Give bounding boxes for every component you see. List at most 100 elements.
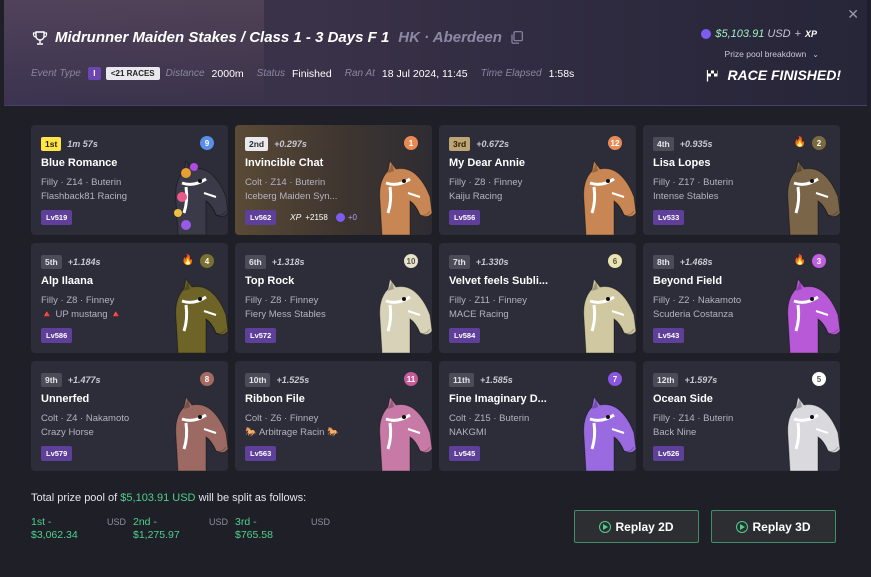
horse-name[interactable]: Fine Imaginary D... bbox=[449, 393, 564, 405]
stable-name[interactable]: Intense Stables bbox=[653, 191, 771, 202]
stable-name[interactable]: Fiery Mess Stables bbox=[245, 309, 363, 320]
gate-number: 7 bbox=[608, 372, 622, 386]
gate-number: 5 bbox=[812, 372, 826, 386]
time-gap: +0.297s bbox=[274, 139, 307, 149]
horse-details: Filly · Z8 · Finney bbox=[449, 177, 523, 188]
stable-name[interactable]: 🐎 Arbitrage Racin 🐎 bbox=[245, 427, 363, 438]
distance-value: 2000m bbox=[211, 67, 244, 80]
horse-name[interactable]: Beyond Field bbox=[653, 275, 768, 287]
time-gap: +1.468s bbox=[679, 257, 713, 267]
chevron-down-icon: ⌄ bbox=[812, 49, 819, 59]
horse-name[interactable]: Alp Ilaana bbox=[41, 275, 156, 287]
split-unit: USD bbox=[106, 517, 126, 527]
placement-row: 8th +1.468s bbox=[653, 255, 713, 269]
result-card[interactable]: 1st 1m 57s 9 Blue Romance Filly · Z14 · Bute… bbox=[31, 125, 228, 235]
prize-breakdown-toggle[interactable]: Prize pool breakdown ⌄ bbox=[725, 49, 819, 59]
placement-row: 6th +1.318s bbox=[245, 255, 305, 269]
level-badge: Lv526 bbox=[653, 446, 685, 461]
race-title: Midrunner Maiden Stakes / Class 1 - 3 Da… bbox=[55, 29, 390, 46]
stable-name[interactable]: Back Nine bbox=[653, 427, 771, 438]
result-card[interactable]: 6th +1.318s 10 Top Rock Filly · Z8 · Finney F… bbox=[235, 243, 432, 353]
placement-badge: 9th bbox=[41, 373, 62, 387]
prize-split-2nd: 2nd - $1,275.97 USD bbox=[133, 516, 228, 542]
horse-name[interactable]: Velvet feels Subli... bbox=[449, 275, 564, 287]
result-card[interactable]: 7th +1.330s 6 Velvet feels Subli... Filly · … bbox=[439, 243, 636, 353]
close-icon[interactable]: ✕ bbox=[847, 7, 859, 21]
stable-name[interactable]: Flashback81 Racing bbox=[41, 191, 159, 202]
stable-name[interactable]: 🔺 UP mustang 🔺 bbox=[41, 309, 159, 320]
result-card[interactable]: 12th +1.597s 5 Ocean Side Filly · Z14 · Bute… bbox=[643, 361, 840, 471]
horse-name[interactable]: Unnerfed bbox=[41, 393, 156, 405]
coin-icon bbox=[335, 212, 345, 222]
stable-name[interactable]: NAKGMI bbox=[449, 427, 567, 438]
placement-row: 1st 1m 57s bbox=[41, 137, 98, 151]
ran-at-label: Ran At bbox=[344, 68, 375, 79]
placement-badge: 3rd bbox=[449, 137, 471, 151]
result-card[interactable]: 5th +1.184s 🔥 4 Alp Ilaana Filly · Z8 · Finne… bbox=[31, 243, 228, 353]
stable-name[interactable]: Iceberg Maiden Syn... bbox=[245, 191, 363, 202]
stable-name[interactable]: Crazy Horse bbox=[41, 427, 159, 438]
horse-name[interactable]: Lisa Lopes bbox=[653, 157, 768, 169]
horse-portrait bbox=[379, 277, 432, 353]
horse-name[interactable]: My Dear Annie bbox=[449, 157, 564, 169]
level-badge: Lv572 bbox=[245, 328, 277, 343]
stable-name[interactable]: Scuderia Costanza bbox=[653, 309, 771, 320]
time-gap: +0.935s bbox=[679, 139, 713, 149]
race-location: HK · Aberdeen bbox=[398, 29, 502, 46]
gate-number: 1 bbox=[404, 136, 418, 150]
horse-portrait bbox=[787, 395, 840, 471]
horse-name[interactable]: Invincible Chat bbox=[245, 157, 360, 169]
race-finished-text: RACE FINISHED! bbox=[727, 67, 841, 83]
horse-details: Filly · Z2 · Nakamoto bbox=[653, 295, 742, 306]
horse-details: Filly · Z14 · Buterin bbox=[41, 177, 122, 188]
xp-reward: XP +2158 +0 bbox=[290, 212, 357, 222]
time-gap: +1.525s bbox=[276, 375, 310, 385]
time-gap: +1.597s bbox=[684, 375, 718, 385]
status-value: Finished bbox=[292, 67, 332, 80]
horse-name[interactable]: Ribbon File bbox=[245, 393, 360, 405]
placement-row: 3rd +0.672s bbox=[449, 137, 509, 151]
time-gap: +1.318s bbox=[271, 257, 305, 267]
race-meta-row: Event Type I <21 RACES Distance 2000m St… bbox=[31, 67, 587, 80]
result-card[interactable]: 8th +1.468s 🔥 3 Beyond Field Filly · Z2 · Nak… bbox=[643, 243, 840, 353]
horse-name[interactable]: Ocean Side bbox=[653, 393, 768, 405]
time-gap: +1.477s bbox=[67, 375, 101, 385]
result-card[interactable]: 11th +1.585s 7 Fine Imaginary D... Colt · Z1… bbox=[439, 361, 636, 471]
split-unit: USD bbox=[208, 517, 228, 527]
placement-row: 9th +1.477s bbox=[41, 373, 101, 387]
horse-name[interactable]: Top Rock bbox=[245, 275, 360, 287]
horse-details: Colt · Z4 · Nakamoto bbox=[41, 413, 130, 424]
coin-icon bbox=[701, 29, 712, 39]
result-card[interactable]: 9th +1.477s 8 Unnerfed Colt · Z4 · Nakamoto C… bbox=[31, 361, 228, 471]
coin-reward: +0 bbox=[347, 212, 357, 222]
placement-row: 7th +1.330s bbox=[449, 255, 509, 269]
races-badge: <21 RACES bbox=[105, 67, 160, 80]
result-card[interactable]: 10th +1.525s 11 Ribbon File Colt · Z6 · Finn… bbox=[235, 361, 432, 471]
horse-portrait bbox=[174, 159, 228, 235]
level-badge: Lv586 bbox=[41, 328, 73, 343]
time-gap: +1.330s bbox=[475, 257, 509, 267]
replay-3d-button[interactable]: Replay 3D bbox=[711, 510, 836, 543]
copy-icon[interactable] bbox=[511, 31, 523, 44]
replay-2d-button[interactable]: Replay 2D bbox=[574, 510, 699, 543]
fire-icon: 🔥 bbox=[793, 137, 806, 148]
distance-label: Distance bbox=[165, 68, 205, 79]
prize-breakdown-label: Prize pool breakdown bbox=[724, 49, 807, 59]
placement-badge: 2nd bbox=[245, 137, 269, 151]
prize-pool-summary: $5,103.91 USD + XP bbox=[701, 28, 817, 40]
placement-row: 5th +1.184s bbox=[41, 255, 101, 269]
stable-name[interactable]: Kaiju Racing bbox=[449, 191, 567, 202]
time-gap: 1m 57s bbox=[67, 139, 98, 149]
placement-badge: 10th bbox=[245, 373, 271, 387]
time-elapsed-value: 1:58s bbox=[548, 67, 575, 80]
horse-portrait bbox=[583, 277, 636, 353]
horse-name[interactable]: Blue Romance bbox=[41, 157, 156, 169]
placement-row: 11th +1.585s bbox=[449, 373, 513, 387]
result-card[interactable]: 3rd +0.672s 12 My Dear Annie Filly · Z8 · Fi… bbox=[439, 125, 636, 235]
stable-name[interactable]: MACE Racing bbox=[449, 309, 567, 320]
horse-details: Colt · Z15 · Buterin bbox=[449, 413, 530, 424]
result-card[interactable]: 4th +0.935s 🔥 2 Lisa Lopes Filly · Z17 · Bute… bbox=[643, 125, 840, 235]
gate-number: 4 bbox=[200, 254, 214, 268]
result-card[interactable]: 2nd +0.297s 1 Invincible Chat Colt · Z14 · B… bbox=[235, 125, 432, 235]
horse-portrait bbox=[787, 159, 840, 235]
